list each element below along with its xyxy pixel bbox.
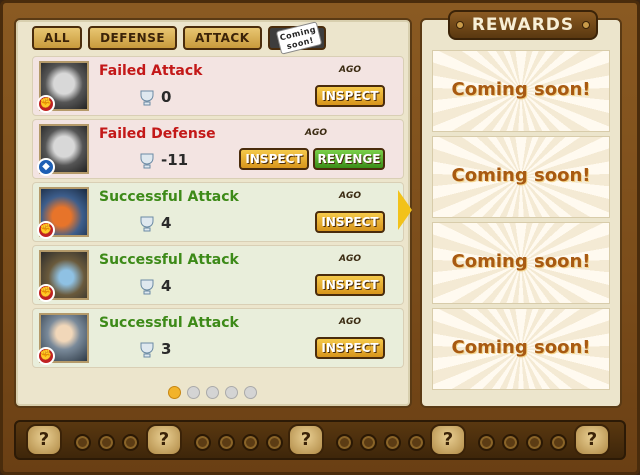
score-value: 0 [161,88,172,106]
tab-all[interactable]: ALL [32,26,83,50]
empty-slot[interactable] [242,434,259,451]
empty-slot[interactable] [266,434,283,451]
page-dot[interactable] [187,386,200,399]
battle-row: ✊ Successful Attack AGO 3 INSPECT [32,308,404,368]
empty-slot[interactable] [218,434,235,451]
reward-card: Coming soon! [432,136,610,218]
time-ago: AGO [339,317,362,327]
mystery-slot[interactable]: ? [430,424,466,456]
mystery-slot[interactable]: ? [574,424,610,456]
filter-tabs: ALL DEFENSE ATTACK Coming soon! [32,21,326,55]
score-value: 4 [161,277,172,295]
inspect-button[interactable]: INSPECT [239,148,309,170]
empty-slot[interactable] [384,434,401,451]
score-value: 3 [161,340,172,358]
attack-icon: ✊ [37,284,55,302]
attack-icon: ✊ [37,95,55,113]
trophy-icon [140,153,154,169]
empty-slot[interactable] [360,434,377,451]
empty-slot[interactable] [408,434,425,451]
empty-slot[interactable] [98,434,115,451]
empty-slot[interactable] [502,434,519,451]
trophy-icon [140,342,154,358]
attack-icon: ✊ [37,221,55,239]
reward-text: Coming soon! [451,337,591,358]
empty-slot[interactable] [122,434,139,451]
coming-soon-ribbon: Coming soon! [275,21,322,55]
empty-slot[interactable] [526,434,543,451]
reward-text: Coming soon! [451,79,591,100]
battle-title: Successful Attack [99,315,239,331]
trophy-icon [140,90,154,106]
time-ago: AGO [339,191,362,201]
score-value: -11 [161,151,189,169]
rewards-title-text: REWARDS [471,15,575,35]
battle-title: Successful Attack [99,189,239,205]
bolt-icon [456,21,464,29]
inspect-button[interactable]: INSPECT [315,85,385,107]
page-dot[interactable] [168,386,181,399]
time-ago: AGO [305,128,328,138]
empty-slot[interactable] [74,434,91,451]
battle-title: Failed Attack [99,63,203,79]
arrow-right-icon[interactable] [398,190,412,230]
tab-coming-soon[interactable]: Coming soon! [267,21,326,55]
tab-attack[interactable]: ATTACK [183,26,262,50]
battle-row: ✊ Failed Attack AGO 0 INSPECT [32,56,404,116]
inspect-button[interactable]: INSPECT [315,274,385,296]
revenge-button[interactable]: REVENGE [313,148,385,170]
battle-title: Failed Defense [99,126,216,142]
mystery-slot[interactable]: ? [288,424,324,456]
inspect-button[interactable]: INSPECT [315,337,385,359]
reward-card: Coming soon! [432,50,610,132]
trophy-icon [140,279,154,295]
time-ago: AGO [339,254,362,264]
empty-slot[interactable] [478,434,495,451]
reward-card: Coming soon! [432,222,610,304]
reward-text: Coming soon! [451,251,591,272]
bolt-icon [582,21,590,29]
mystery-slot[interactable]: ? [146,424,182,456]
page-dot[interactable] [225,386,238,399]
trophy-icon [140,216,154,232]
pagination [168,386,257,399]
reward-text: Coming soon! [451,165,591,186]
empty-slot[interactable] [336,434,353,451]
inspect-button[interactable]: INSPECT [315,211,385,233]
mystery-slot[interactable]: ? [26,424,62,456]
rewards-title: REWARDS [448,10,598,40]
score-value: 4 [161,214,172,232]
attack-icon: ✊ [37,347,55,365]
tab-defense[interactable]: DEFENSE [88,26,178,50]
page-dot[interactable] [244,386,257,399]
shield-icon: ◆ [37,158,55,176]
time-ago: AGO [339,65,362,75]
battle-title: Successful Attack [99,252,239,268]
reward-card: Coming soon! [432,308,610,390]
battle-row: ◆ Failed Defense AGO -11 INSPECT REVENGE [32,119,404,179]
battle-row: ✊ Successful Attack AGO 4 INSPECT [32,245,404,305]
empty-slot[interactable] [194,434,211,451]
page-dot[interactable] [206,386,219,399]
empty-slot[interactable] [550,434,567,451]
battle-row: ✊ Successful Attack AGO 4 INSPECT [32,182,404,242]
